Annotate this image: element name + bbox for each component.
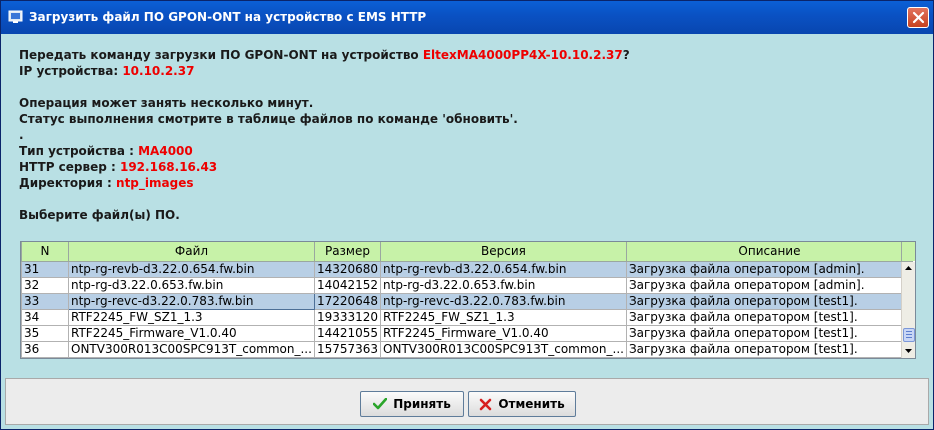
cell-version[interactable]: ntp-rg-revc-d3.22.0.783.fw.bin	[380, 292, 627, 310]
accept-button[interactable]: Принять	[360, 391, 464, 417]
cell-n[interactable]: 35	[21, 324, 69, 342]
http-server-line: HTTP сервер : 192.168.16.43	[19, 160, 218, 174]
table-row[interactable]: 33 ntp-rg-revc-d3.22.0.783.fw.bin 17220648…	[21, 292, 913, 310]
directory-value: ntp_images	[116, 176, 194, 190]
cell-file[interactable]: RTF2245_Firmware_V1.0.40	[68, 324, 315, 342]
dialog-content: Передать команду загрузки ПО GPON-ONT на…	[5, 34, 929, 372]
cell-version[interactable]: RTF2245_FW_SZ1_1.3	[380, 308, 627, 326]
check-icon	[373, 398, 388, 410]
cell-description[interactable]: Загрузка файла оператором [admin].	[625, 260, 913, 278]
close-button[interactable]	[907, 7, 929, 28]
cell-file[interactable]: ntp-rg-d3.22.0.653.fw.bin	[68, 276, 315, 294]
table-row[interactable]: 32 ntp-rg-d3.22.0.653.fw.bin 14042152 ntp-r…	[21, 276, 913, 294]
cancel-label: Отменить	[498, 397, 565, 411]
arrow-up-icon	[905, 266, 912, 270]
app-icon	[8, 9, 24, 25]
table-row[interactable]: 35 RTF2245_Firmware_V1.0.40 14421055 RTF224…	[21, 324, 913, 342]
files-table[interactable]: N Файл Размер Версия Описание 31 ntp-rg-r…	[20, 241, 916, 359]
header-corner	[901, 242, 915, 261]
cell-size[interactable]: 19333120	[313, 308, 382, 326]
cell-version[interactable]: ntp-rg-d3.22.0.653.fw.bin	[380, 276, 627, 294]
title-bar[interactable]: Загрузить файл ПО GPON-ONT на устройство…	[1, 1, 933, 34]
cell-description[interactable]: Загрузка файла оператором [test1].	[625, 340, 913, 358]
cell-file[interactable]: ONTV300R013C00SPC913T_common_...	[68, 340, 315, 358]
operation-note: Операция может занять несколько минут.	[19, 96, 314, 110]
status-note: Статус выполнения смотрите в таблице фай…	[19, 112, 518, 126]
device-type-value: MA4000	[138, 144, 193, 158]
column-header-file[interactable]: Файл	[68, 242, 315, 262]
directory-line: Директория : ntp_images	[19, 176, 194, 190]
cell-version[interactable]: ONTV300R013C00SPC913T_common_...	[380, 340, 627, 358]
table-scrollbar[interactable]	[901, 262, 915, 358]
http-server-value: 192.168.16.43	[119, 160, 218, 174]
scroll-thumb[interactable]	[903, 328, 915, 342]
cell-size[interactable]: 14421055	[313, 324, 382, 342]
cancel-button[interactable]: Отменить	[468, 391, 576, 417]
table-header-row: N Файл Размер Версия Описание	[21, 242, 913, 262]
cell-n[interactable]: 33	[21, 292, 69, 310]
cell-version[interactable]: ntp-rg-revb-d3.22.0.654.fw.bin	[380, 260, 627, 278]
close-icon	[912, 11, 925, 24]
column-header-description[interactable]: Описание	[625, 242, 913, 262]
scroll-up-button[interactable]	[902, 262, 915, 274]
cell-n[interactable]: 31	[21, 260, 69, 278]
cell-description[interactable]: Загрузка файла оператором [test1].	[625, 324, 913, 342]
button-panel: Принять Отменить	[5, 378, 929, 425]
table-row[interactable]: 36 ONTV300R013C00SPC913T_common_... 157573…	[21, 340, 913, 358]
cell-description[interactable]: Загрузка файла оператором [test1].	[625, 292, 913, 310]
choose-files-label: Выберите файл(ы) ПО.	[19, 208, 180, 222]
dialog-window: Загрузить файл ПО GPON-ONT на устройство…	[0, 0, 934, 430]
column-header-version[interactable]: Версия	[380, 242, 627, 262]
ip-value: 10.10.2.37	[122, 64, 195, 78]
column-header-size[interactable]: Размер	[313, 242, 382, 262]
table-row[interactable]: 34 RTF2245_FW_SZ1_1.3 19333120 RTF2245_FW_S…	[21, 308, 913, 326]
column-header-n[interactable]: N	[21, 242, 69, 262]
cell-file[interactable]: ntp-rg-revb-d3.22.0.654.fw.bin	[68, 260, 315, 278]
cell-size[interactable]: 15757363	[313, 340, 382, 358]
ip-line: IP устройства: 10.10.2.37	[19, 64, 195, 78]
question-line: Передать команду загрузки ПО GPON-ONT на…	[19, 48, 630, 62]
scroll-down-button[interactable]	[902, 345, 915, 357]
cell-version[interactable]: RTF2245_Firmware_V1.0.40	[380, 324, 627, 342]
accept-label: Принять	[393, 397, 451, 411]
arrow-down-icon	[905, 349, 912, 353]
cell-size[interactable]: 14042152	[313, 276, 382, 294]
cross-icon	[480, 398, 492, 410]
cell-n[interactable]: 36	[21, 340, 69, 358]
dot-line: .	[19, 128, 24, 142]
cell-description[interactable]: Загрузка файла оператором [admin].	[625, 276, 913, 294]
cell-description[interactable]: Загрузка файла оператором [test1].	[625, 308, 913, 326]
cell-file[interactable]: ntp-rg-revc-d3.22.0.783.fw.bin	[68, 292, 315, 310]
cell-size[interactable]: 17220648	[313, 292, 382, 310]
cell-size[interactable]: 14320680	[313, 260, 382, 278]
info-block: Передать команду загрузки ПО GPON-ONT на…	[19, 47, 630, 223]
cell-n[interactable]: 34	[21, 308, 69, 326]
device-type-line: Тип устройства : MA4000	[19, 144, 193, 158]
device-name: EltexMA4000PP4X-10.10.2.37	[422, 48, 623, 62]
cell-file[interactable]: RTF2245_FW_SZ1_1.3	[68, 308, 315, 326]
cell-n[interactable]: 32	[21, 276, 69, 294]
window-title: Загрузить файл ПО GPON-ONT на устройство…	[29, 10, 427, 24]
table-row[interactable]: 31 ntp-rg-revb-d3.22.0.654.fw.bin 14320680…	[21, 260, 913, 278]
